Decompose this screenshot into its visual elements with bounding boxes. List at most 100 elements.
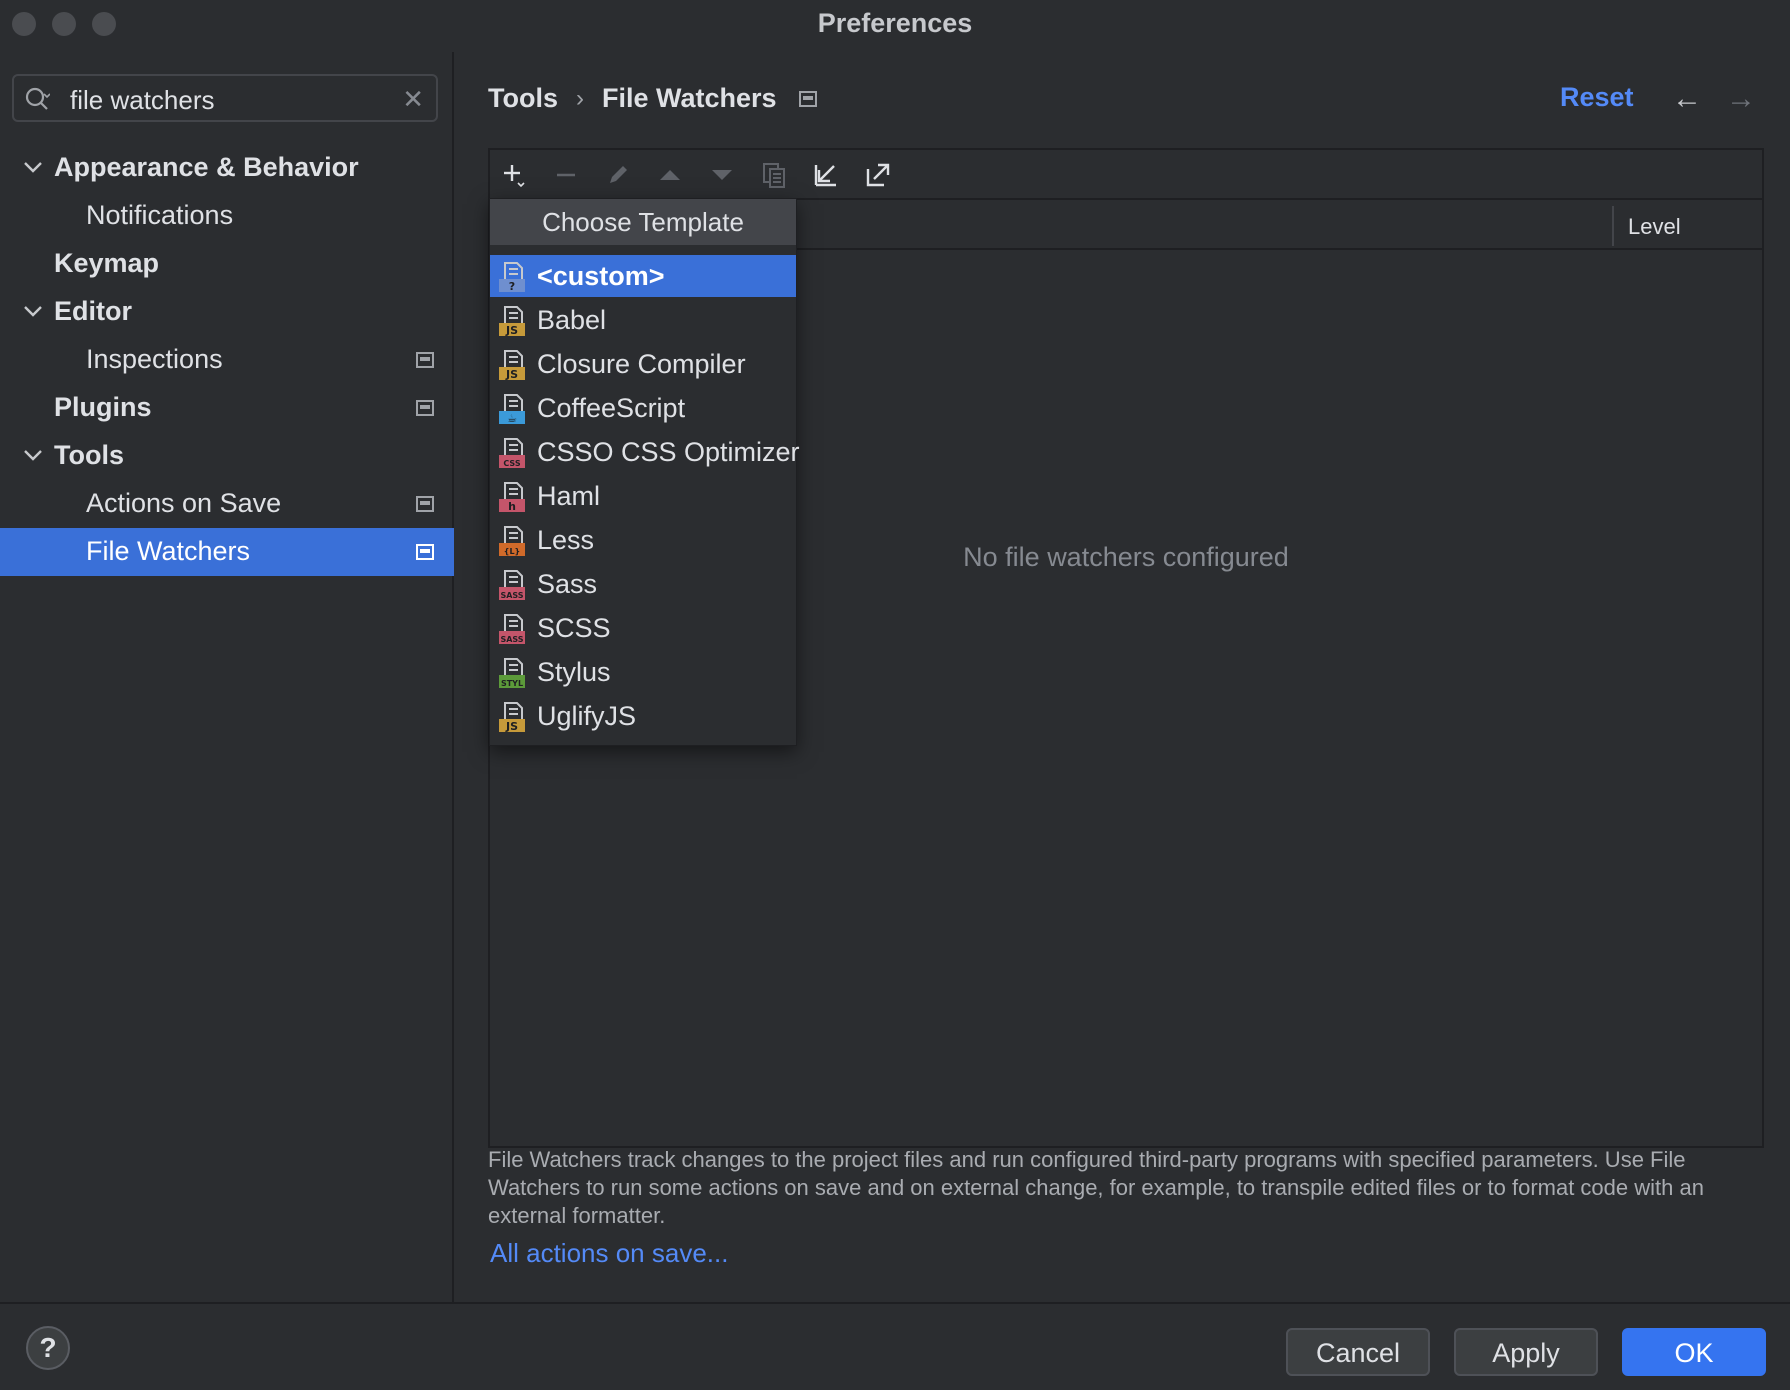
sidebar-item-label: File Watchers bbox=[86, 536, 251, 566]
template-item-label: CoffeeScript bbox=[537, 393, 686, 423]
column-divider[interactable] bbox=[1612, 206, 1614, 246]
export-icon bbox=[866, 163, 890, 187]
file-type-icon: JS bbox=[499, 306, 525, 337]
svg-text:SASS: SASS bbox=[500, 591, 523, 600]
file-type-icon: CSS bbox=[499, 438, 525, 468]
template-item[interactable]: STYL Stylus bbox=[490, 651, 796, 693]
project-scope-icon bbox=[798, 90, 817, 107]
svg-text:JS: JS bbox=[505, 720, 518, 733]
settings-sidebar: file watchers ✕ Appearance & Behavior Not… bbox=[0, 52, 454, 1302]
project-scope-icon bbox=[416, 400, 434, 416]
forward-arrow-icon[interactable]: → bbox=[1726, 82, 1756, 116]
sidebar-item-label: Actions on Save bbox=[86, 488, 282, 518]
choose-template-popup: Choose Template ? <custom> JS Babel JS Closur… bbox=[489, 198, 800, 746]
sidebar-item-actions-on-save[interactable]: Actions on Save bbox=[0, 480, 454, 528]
sidebar-item-label: Plugins bbox=[54, 392, 152, 422]
template-item-label: <custom> bbox=[537, 261, 665, 291]
sidebar-item-keymap[interactable]: Keymap bbox=[0, 240, 454, 288]
file-type-icon: JS bbox=[499, 702, 525, 733]
file-type-icon: h bbox=[499, 482, 525, 513]
template-item[interactable]: SASS Sass bbox=[490, 563, 796, 605]
project-scope-icon bbox=[416, 496, 434, 512]
svg-text:☕: ☕ bbox=[507, 412, 517, 425]
search-input[interactable]: file watchers bbox=[70, 85, 215, 116]
template-item-label: CSSO CSS Optimizer bbox=[537, 437, 800, 467]
export-button[interactable] bbox=[862, 160, 894, 190]
add-button[interactable] bbox=[498, 160, 530, 190]
template-item[interactable]: CSS CSSO CSS Optimizer bbox=[490, 431, 800, 473]
sidebar-item-label: Inspections bbox=[86, 344, 223, 374]
move-down-button[interactable] bbox=[706, 160, 738, 190]
remove-button[interactable] bbox=[550, 160, 582, 190]
import-icon bbox=[814, 165, 836, 187]
template-item-label: Sass bbox=[537, 569, 598, 599]
search-icon bbox=[25, 87, 50, 110]
triangle-down-icon bbox=[712, 170, 732, 180]
file-type-icon: SASS bbox=[499, 570, 525, 600]
template-item[interactable]: h Haml bbox=[490, 475, 796, 517]
file-type-icon: JS bbox=[499, 350, 525, 381]
level-column-header[interactable]: Level bbox=[1628, 214, 1681, 240]
file-type-icon: SASS bbox=[499, 614, 525, 644]
svg-text:h: h bbox=[508, 500, 516, 513]
template-item[interactable]: JS Babel bbox=[490, 299, 796, 341]
sidebar-item-editor[interactable]: Editor bbox=[0, 288, 454, 336]
clear-search-icon[interactable]: ✕ bbox=[402, 84, 424, 115]
template-item[interactable]: ? <custom> bbox=[490, 255, 796, 297]
file-type-icon: ☕ bbox=[499, 394, 525, 425]
sidebar-item-label: Keymap bbox=[54, 248, 160, 278]
triangle-up-icon bbox=[660, 170, 680, 180]
template-item-label: Stylus bbox=[537, 657, 611, 687]
copy-button[interactable] bbox=[758, 160, 790, 190]
cancel-button[interactable]: Cancel bbox=[1286, 1328, 1430, 1376]
sidebar-item-label: Tools bbox=[54, 440, 124, 470]
sidebar-item-label: Notifications bbox=[86, 200, 234, 230]
ok-button[interactable]: OK bbox=[1622, 1328, 1766, 1376]
edit-button[interactable] bbox=[602, 160, 634, 190]
sidebar-item-appearance-behavior[interactable]: Appearance & Behavior bbox=[0, 144, 454, 192]
template-item[interactable]: ☕ CoffeeScript bbox=[490, 387, 796, 429]
template-item[interactable]: SASS SCSS bbox=[490, 607, 796, 649]
title-bar: Preferences bbox=[0, 0, 1790, 52]
reset-link[interactable]: Reset bbox=[1560, 82, 1634, 113]
sidebar-item-notifications[interactable]: Notifications bbox=[0, 192, 454, 240]
svg-text:JS: JS bbox=[505, 324, 518, 337]
sidebar-item-tools[interactable]: Tools bbox=[0, 432, 454, 480]
template-item[interactable]: JS Closure Compiler bbox=[490, 343, 796, 385]
back-arrow-icon[interactable]: ← bbox=[1672, 82, 1702, 116]
svg-text:SASS: SASS bbox=[500, 635, 523, 644]
sidebar-item-plugins[interactable]: Plugins bbox=[0, 384, 454, 432]
sidebar-item-file-watchers[interactable]: File Watchers bbox=[0, 528, 454, 576]
window-title: Preferences bbox=[817, 8, 973, 38]
project-scope-icon bbox=[416, 544, 434, 560]
breadcrumb-parent[interactable]: Tools bbox=[488, 83, 558, 114]
chevron-down-icon[interactable] bbox=[22, 444, 44, 466]
help-button[interactable]: ? bbox=[26, 1326, 70, 1370]
pencil-icon bbox=[610, 166, 627, 183]
template-item-label: Babel bbox=[537, 305, 607, 335]
template-item-label: Less bbox=[537, 525, 595, 555]
breadcrumb-separator: › bbox=[576, 84, 584, 112]
project-scope-icon bbox=[416, 352, 434, 368]
popup-title: Choose Template bbox=[490, 199, 796, 245]
breadcrumb: Tools › File Watchers bbox=[488, 82, 817, 114]
chevron-down-icon[interactable] bbox=[22, 156, 44, 178]
svg-text:JS: JS bbox=[505, 368, 518, 381]
file-type-icon: {L} bbox=[499, 526, 525, 556]
sidebar-item-inspections[interactable]: Inspections bbox=[0, 336, 454, 384]
svg-text:CSS: CSS bbox=[503, 459, 520, 468]
watchers-toolbar bbox=[490, 150, 1762, 200]
minus-icon bbox=[557, 173, 575, 177]
template-item-label: SCSS bbox=[537, 613, 611, 643]
import-button[interactable] bbox=[810, 160, 842, 190]
settings-search-field[interactable]: file watchers ✕ bbox=[12, 74, 438, 122]
all-actions-on-save-link[interactable]: All actions on save... bbox=[490, 1238, 728, 1269]
apply-button[interactable]: Apply bbox=[1454, 1328, 1598, 1376]
template-item[interactable]: {L} Less bbox=[490, 519, 796, 561]
chevron-down-icon[interactable] bbox=[22, 300, 44, 322]
template-item-label: Closure Compiler bbox=[537, 349, 746, 379]
move-up-button[interactable] bbox=[654, 160, 686, 190]
template-item[interactable]: JS UglifyJS bbox=[490, 695, 796, 737]
preferences-window: Preferences file watchers ✕ Appearance &… bbox=[0, 0, 1790, 1390]
template-item-label: UglifyJS bbox=[537, 701, 637, 731]
